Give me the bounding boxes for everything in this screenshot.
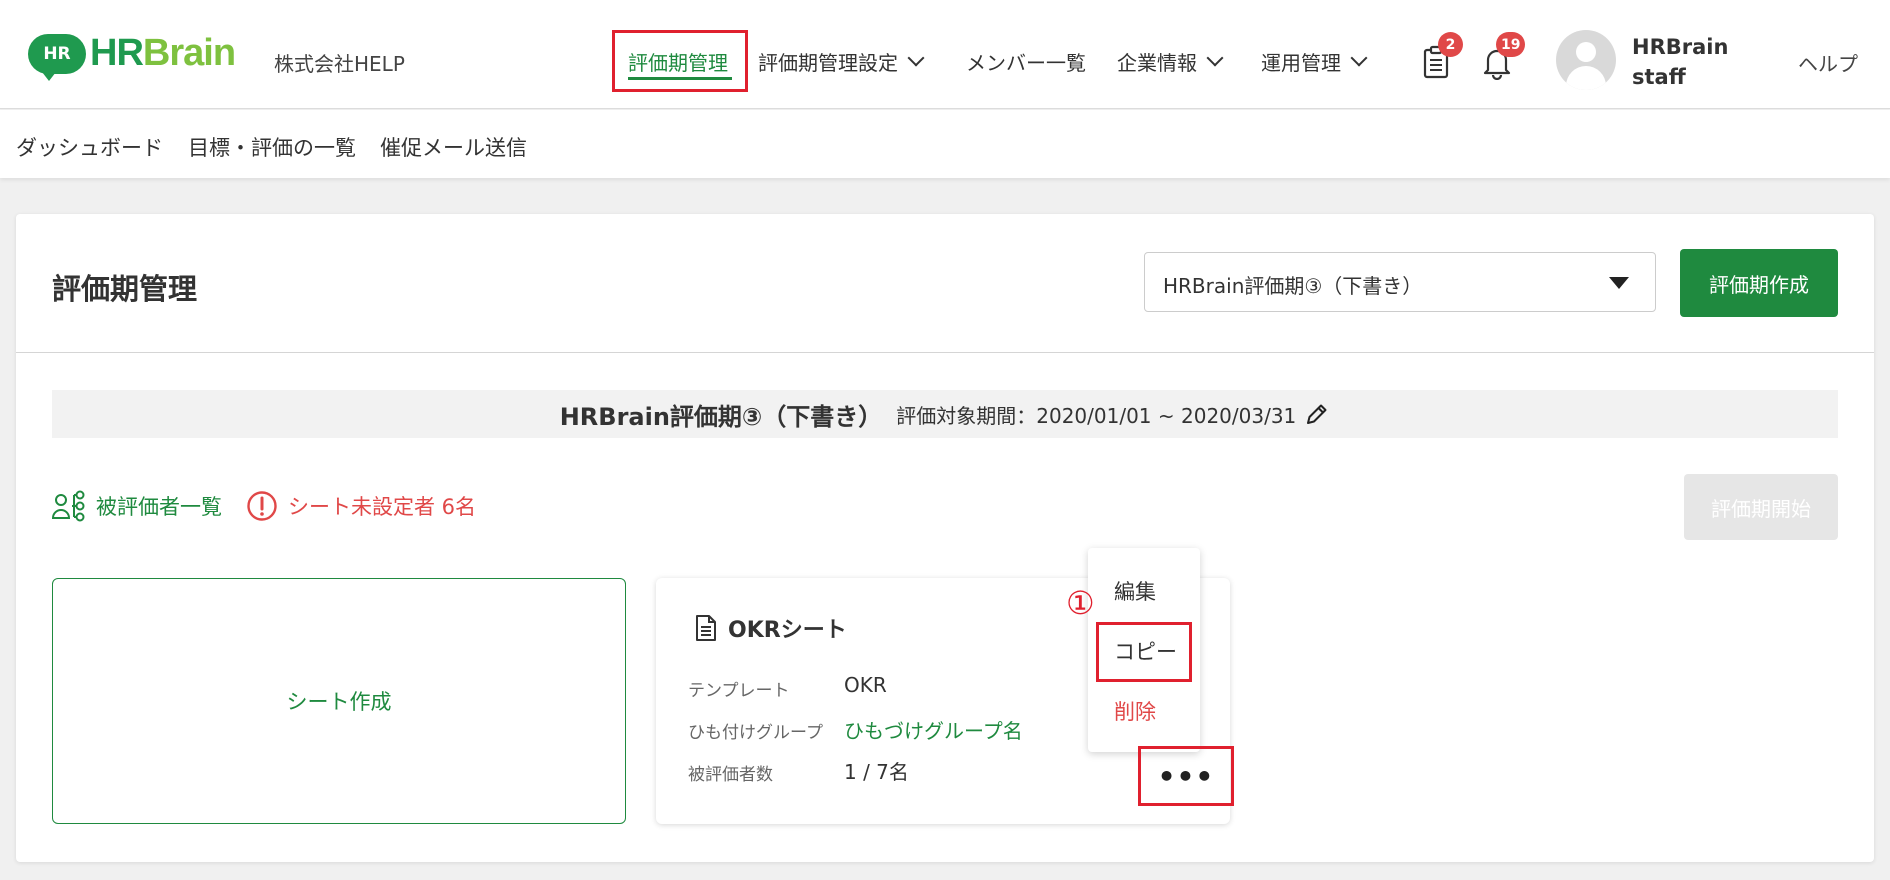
caret-down-icon xyxy=(1609,277,1629,289)
nav-label: メンバー一覧 xyxy=(966,51,1086,75)
group-link[interactable]: ひもづけグループ名 xyxy=(844,715,1023,744)
company-name: 株式会社HELP xyxy=(274,52,405,76)
exclamation-circle-icon xyxy=(247,491,277,521)
step-number-annotation: ① xyxy=(1066,584,1095,622)
evaluatee-count-value: 1 / 7名 xyxy=(844,760,909,784)
create-sheet-button[interactable]: シート作成 xyxy=(52,578,626,824)
user-name-line2: staff xyxy=(1632,65,1686,89)
highlight-box-copy xyxy=(1096,622,1192,682)
logo-mark[interactable]: HR xyxy=(28,34,86,81)
evaluatee-list-link[interactable]: 被評価者一覧 xyxy=(52,490,222,522)
subnav-goals-list[interactable]: 目標・評価の一覧 xyxy=(188,132,356,162)
template-value: OKR xyxy=(844,673,887,697)
period-select[interactable]: HRBrain評価期③（下書き） xyxy=(1144,252,1656,312)
nav-company-info[interactable]: 企業情報 xyxy=(1117,47,1224,76)
avatar-head xyxy=(1576,42,1596,62)
nav-label: 評価期管理設定 xyxy=(758,51,898,75)
help-link[interactable]: ヘルプ xyxy=(1798,48,1858,77)
evaluatee-count-label: 被評価者数 xyxy=(688,765,773,785)
hierarchy-users-icon xyxy=(52,490,85,522)
divider xyxy=(16,352,1874,353)
template-label: テンプレート xyxy=(688,681,790,701)
period-select-value: HRBrain評価期③（下書き） xyxy=(1163,274,1423,298)
period-name: HRBrain評価期③（下書き） xyxy=(559,402,883,431)
group-label: ひも付けグループ xyxy=(688,723,823,743)
user-name-line1: HRBrain xyxy=(1632,35,1729,59)
chevron-down-icon xyxy=(907,49,925,67)
avatar-body xyxy=(1566,66,1606,90)
nav-label: 企業情報 xyxy=(1117,51,1197,75)
menu-item-delete[interactable]: 削除 xyxy=(1114,696,1156,726)
subnav-reminder-mail[interactable]: 催促メール送信 xyxy=(380,132,527,162)
nav-period-settings[interactable]: 評価期管理設定 xyxy=(758,47,925,76)
start-period-button: 評価期開始 xyxy=(1684,474,1838,540)
logo-brain: Brain xyxy=(142,32,236,74)
page-title: 評価期管理 xyxy=(52,272,198,306)
notification-count-badge: 19 xyxy=(1496,32,1526,57)
subnav-dashboard[interactable]: ダッシュボード xyxy=(16,132,163,162)
nav-operations[interactable]: 運用管理 xyxy=(1261,47,1368,76)
highlight-box-nav xyxy=(612,30,748,92)
nav-label: 運用管理 xyxy=(1261,51,1341,75)
user-name[interactable]: HRBrain staff xyxy=(1632,32,1728,92)
sheet-title-text: OKRシート xyxy=(728,618,847,643)
sub-navigation: ダッシュボード 目標・評価の一覧 催促メール送信 xyxy=(0,110,1890,178)
document-icon xyxy=(696,615,716,641)
create-period-button[interactable]: 評価期作成 xyxy=(1680,249,1838,317)
avatar[interactable] xyxy=(1556,30,1616,90)
period-info-bar: HRBrain評価期③（下書き） 評価対象期間：2020/01/01 ~ 202… xyxy=(52,390,1838,438)
pencil-icon xyxy=(1307,404,1327,424)
highlight-box-more xyxy=(1138,746,1234,806)
logo-hr: HR xyxy=(90,32,144,74)
edit-period-button[interactable] xyxy=(1304,401,1330,427)
unset-sheet-warning[interactable]: シート未設定者 6名 xyxy=(246,490,476,522)
sheet-title: OKRシート xyxy=(694,612,847,644)
logo[interactable]: HRBrain xyxy=(90,32,236,75)
unset-sheet-warning-label: シート未設定者 6名 xyxy=(288,495,477,519)
evaluatee-list-label: 被評価者一覧 xyxy=(96,495,222,519)
nav-members[interactable]: メンバー一覧 xyxy=(966,47,1086,76)
task-count-badge: 2 xyxy=(1438,32,1463,57)
chevron-down-icon xyxy=(1206,49,1224,67)
chevron-down-icon xyxy=(1350,49,1368,67)
period-range: 評価対象期間：2020/01/01 ~ 2020/03/31 xyxy=(896,403,1297,428)
logo-mark-text: HR xyxy=(43,44,71,64)
menu-item-edit[interactable]: 編集 xyxy=(1114,576,1156,606)
